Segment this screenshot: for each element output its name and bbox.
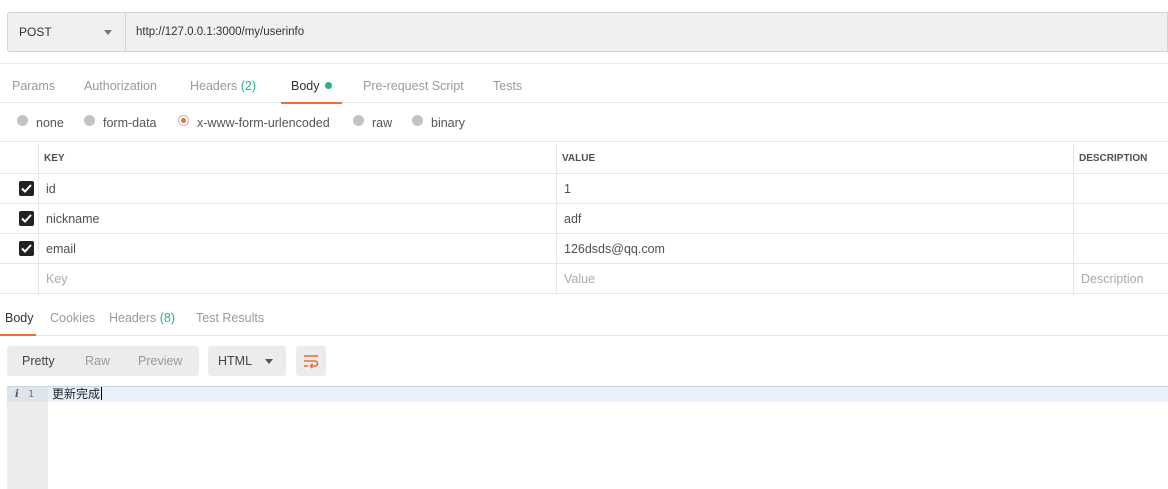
tab-label: Test Results [196,311,265,325]
raw-button[interactable]: Raw [85,346,110,376]
request-tabs: Params Authorization Headers (2) Body Pr… [0,63,1168,104]
radio-label: raw [372,116,393,130]
line-gutter: i 1 [7,387,48,489]
value-cell[interactable]: adf [556,204,1073,233]
request-url-bar: POST http://127.0.0.1:3000/my/userinfo [7,12,1168,52]
tab-test-results[interactable]: Test Results [196,300,264,335]
description-cell[interactable] [1073,234,1168,263]
radio-icon [412,114,423,126]
row-check-cell [0,174,38,203]
description-cell[interactable] [1073,174,1168,203]
url-input[interactable]: http://127.0.0.1:3000/my/userinfo [126,13,1167,51]
table-row: nickname adf [0,204,1168,234]
checkbox[interactable] [18,241,34,256]
radio-label: x-www-form-urlencoded [197,116,330,130]
key-cell[interactable]: nickname [38,204,556,233]
headers-count: (8) [159,311,176,325]
header-key: KEY [38,143,556,173]
headers-count: (2) [240,79,257,93]
tab-body[interactable]: Body [281,64,341,104]
table-header: KEY VALUE DESCRIPTION [0,143,1168,174]
pretty-button[interactable]: Pretty [22,346,55,376]
tab-label: Authorization [84,79,157,93]
header-check-cell [0,143,38,173]
radio-none[interactable]: none [17,114,64,131]
modified-dot-icon [324,82,332,89]
radio-raw[interactable]: raw [353,114,393,131]
text-cursor [101,387,103,400]
radio-form-data[interactable]: form-data [84,114,157,131]
tab-cookies[interactable]: Cookies [50,300,95,335]
radio-label: binary [431,116,466,130]
method-select[interactable]: POST [8,13,126,51]
radio-binary[interactable]: binary [412,114,466,131]
preview-button[interactable]: Preview [138,346,182,376]
radio-label: form-data [103,116,157,130]
key-cell[interactable]: id [38,174,556,203]
view-mode-group: Pretty Raw Preview [7,346,199,376]
format-select[interactable]: HTML [208,346,286,376]
row-check-cell [0,204,38,233]
checkmark-icon [20,184,32,193]
response-text: 更新完成 [52,387,101,401]
radio-checked-icon [178,114,189,126]
response-editor[interactable]: i 1 更新完成 [7,386,1168,489]
radio-icon [84,114,95,126]
radio-x-www-form-urlencoded[interactable]: x-www-form-urlencoded [178,114,330,131]
checkbox[interactable] [18,211,34,226]
tab-params[interactable]: Params [12,64,55,103]
chevron-down-icon [104,30,112,35]
chevron-down-icon [265,359,273,364]
tab-label: Pre-request Script [363,79,464,93]
code-line: 更新完成 [48,387,1168,402]
line-number: 1 [28,389,35,400]
header-description: DESCRIPTION [1073,143,1168,173]
radio-icon [17,114,28,126]
wrap-lines-icon [304,355,319,369]
value-cell[interactable]: 126dsds@qq.com [556,234,1073,263]
value-input[interactable]: Value [556,264,1073,293]
tab-label: Body [5,311,34,325]
tab-headers[interactable]: Headers (2) [190,64,256,103]
key-input[interactable]: Key [38,264,556,293]
format-label: HTML [218,354,253,368]
tab-label: Headers [109,311,157,325]
checkbox[interactable] [18,181,34,196]
header-value: VALUE [556,143,1073,173]
tab-label: Cookies [50,311,96,325]
row-check-cell [0,234,38,263]
table-row: id 1 [0,174,1168,204]
table-row: email 126dsds@qq.com [0,234,1168,264]
info-icon: i [15,389,19,400]
description-cell[interactable] [1073,204,1168,233]
radio-label: none [36,116,64,130]
tab-response-body[interactable]: Body [0,300,35,336]
tab-authorization[interactable]: Authorization [84,64,157,103]
radio-icon [353,114,364,126]
new-param-row: Key Value Description [0,264,1168,294]
response-tabs: Body Cookies Headers (8) Test Results [0,300,1168,336]
tab-pre-request-script[interactable]: Pre-request Script [363,64,464,103]
value-cell[interactable]: 1 [556,174,1073,203]
tab-label: Tests [493,79,523,93]
key-cell[interactable]: email [38,234,556,263]
checkmark-icon [20,244,32,253]
gutter-line: i 1 [7,387,48,402]
tab-tests[interactable]: Tests [493,64,522,103]
method-label: POST [19,25,52,39]
wrap-lines-button[interactable] [296,346,326,376]
checkmark-icon [20,214,32,223]
description-input[interactable]: Description [1073,264,1168,293]
tab-response-headers[interactable]: Headers (8) [109,300,175,335]
body-type-options: none form-data x-www-form-urlencoded raw… [0,104,1168,142]
tab-label: Headers [190,79,238,93]
row-check-cell [0,264,38,293]
tab-label: Body [291,79,320,93]
tab-label: Params [12,79,56,93]
